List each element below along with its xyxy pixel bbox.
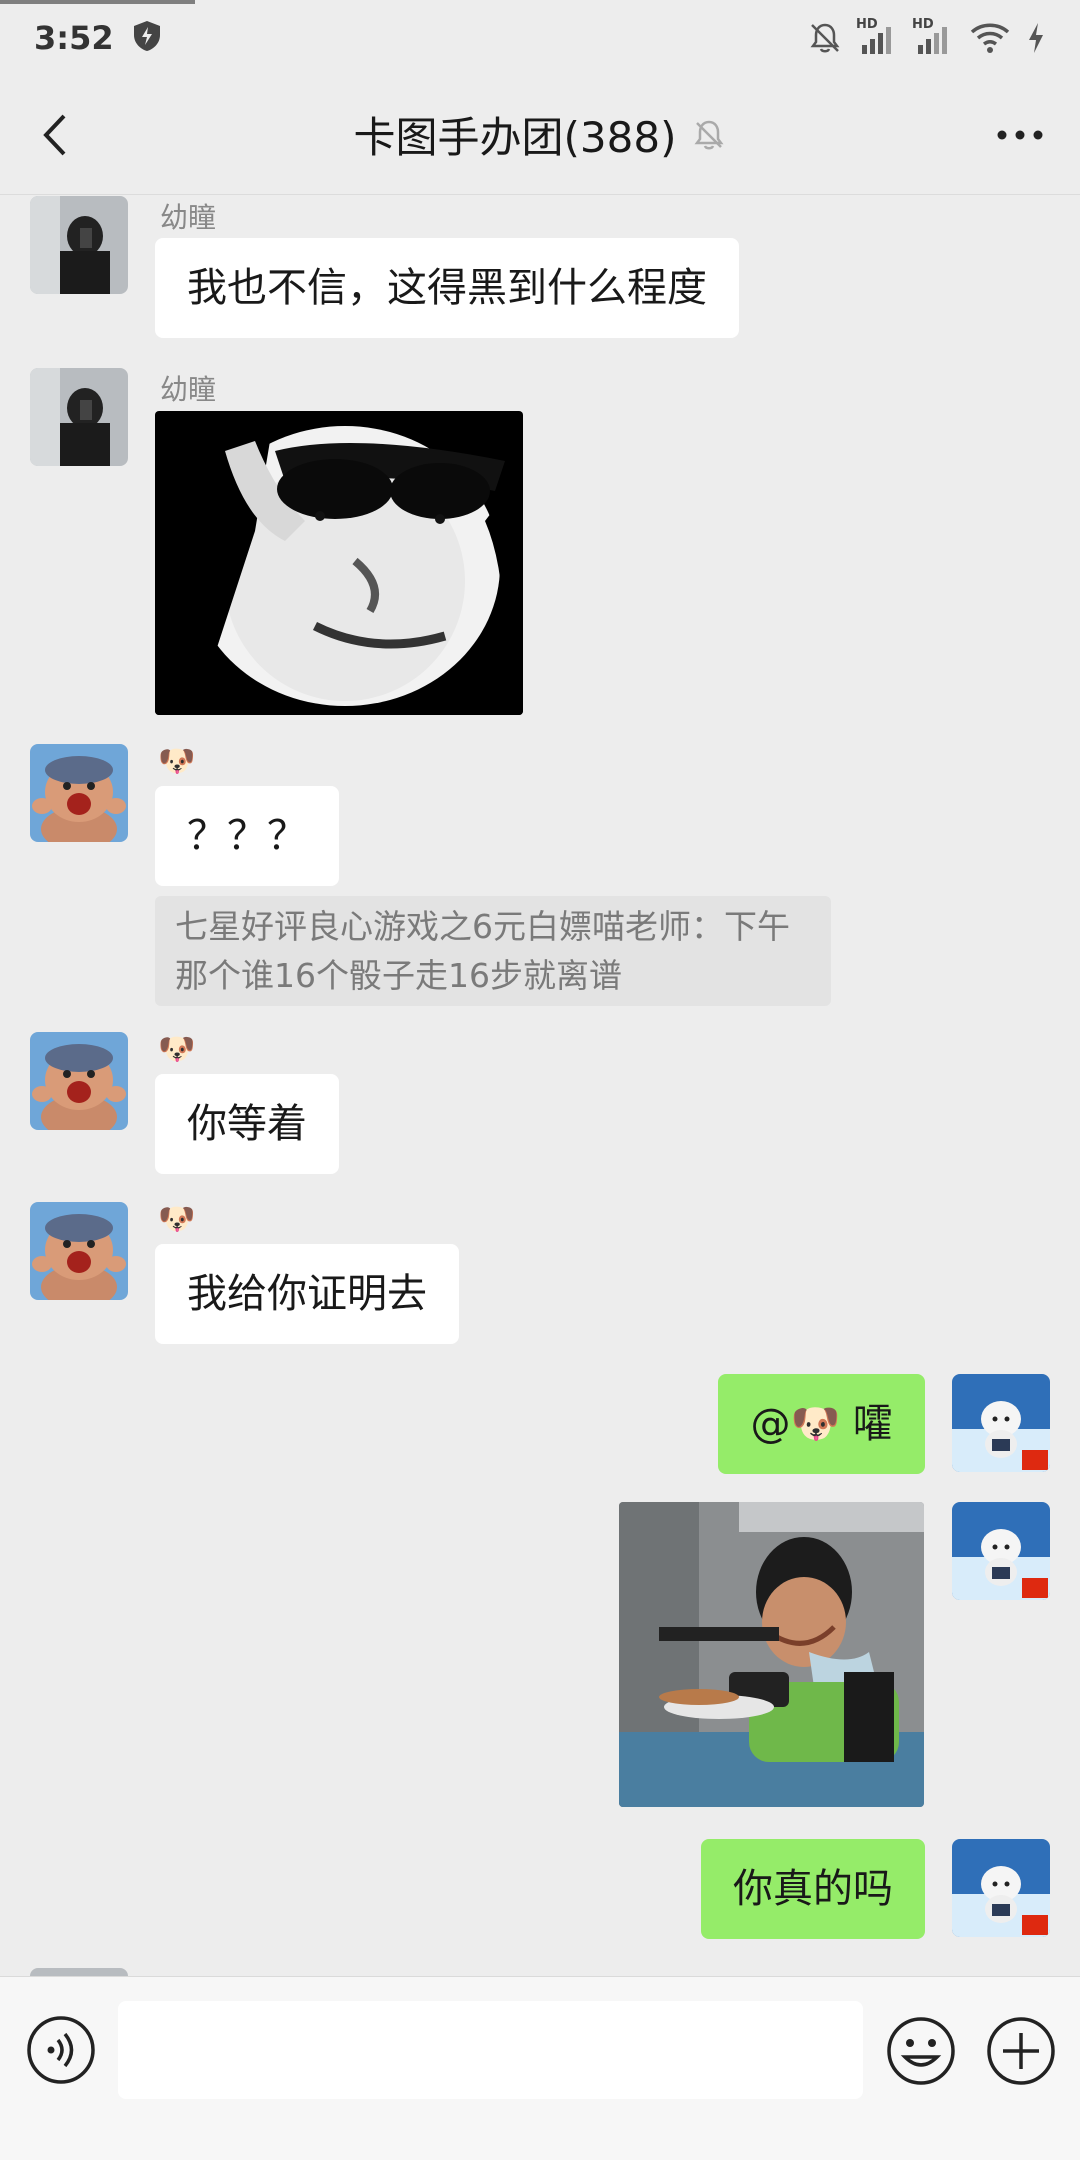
- sender-name: 🐶: [158, 744, 196, 779]
- message-bubble[interactable]: 你等着: [155, 1074, 339, 1174]
- charging-icon: [1026, 22, 1046, 54]
- shield-icon: [132, 20, 162, 56]
- input-bar: [0, 1976, 1080, 2160]
- sender-name: 🐶: [158, 1032, 196, 1067]
- message-bubble-self[interactable]: 你真的吗: [701, 1839, 925, 1939]
- avatar-youtong[interactable]: [30, 368, 128, 466]
- avatar-partial: [30, 1968, 128, 1976]
- emoji-icon: [887, 2017, 955, 2085]
- bell-off-icon: [694, 120, 724, 149]
- more-functions-button[interactable]: [985, 2015, 1057, 2087]
- message-bubble[interactable]: 我也不信，这得黑到什么程度: [155, 238, 739, 338]
- avatar-dog-emoji-user[interactable]: [30, 744, 128, 842]
- wifi-icon: [970, 22, 1010, 54]
- china-flag-icon: [1022, 1578, 1048, 1598]
- avatar-self[interactable]: [952, 1502, 1050, 1600]
- message-bubble[interactable]: 我给你证明去: [155, 1244, 459, 1344]
- avatar-self[interactable]: [952, 1839, 1050, 1937]
- chevron-left-icon: [43, 114, 66, 156]
- back-button[interactable]: [28, 108, 82, 162]
- boy-laughing-at-phone-photo[interactable]: [619, 1502, 924, 1807]
- chat-header: 卡图手办团(388): [0, 75, 1080, 195]
- voice-button[interactable]: [26, 2015, 96, 2085]
- sunglasses-meme-sticker[interactable]: [155, 411, 523, 715]
- sim1-hd-label: HD: [856, 16, 878, 32]
- avatar-youtong[interactable]: [30, 196, 128, 294]
- status-bar: 3:52 HD HD: [0, 0, 1080, 75]
- voice-icon: [27, 2016, 95, 2084]
- more-options-button[interactable]: [990, 108, 1050, 162]
- message-bubble-self[interactable]: @🐶 嚯: [718, 1374, 925, 1474]
- china-flag-icon: [1022, 1915, 1048, 1935]
- sender-name: 幼瞳: [160, 373, 217, 406]
- chat-title: 卡图手办团(388): [353, 113, 677, 162]
- status-time: 3:52: [34, 18, 114, 57]
- sim2-hd-label: HD: [912, 16, 934, 32]
- more-dots-icon: [997, 130, 1043, 140]
- message-bubble[interactable]: ？？？: [155, 786, 339, 886]
- signal-icon-2: HD: [912, 17, 954, 55]
- plus-icon: [987, 2017, 1055, 2085]
- message-input[interactable]: [118, 2001, 863, 2099]
- avatar-self[interactable]: [952, 1374, 1050, 1472]
- message-list[interactable]: 幼瞳 我也不信，这得黑到什么程度 幼瞳 🐶 ？？？ 七星好评良心游戏之6元白嫖喵…: [0, 196, 1080, 1976]
- quoted-message[interactable]: 七星好评良心游戏之6元白嫖喵老师：下午那个谁16个骰子走16步就离谱: [155, 896, 831, 1006]
- avatar-dog-emoji-user[interactable]: [30, 1032, 128, 1130]
- mute-status-icon: [808, 21, 842, 55]
- sender-name: 🐶: [158, 1202, 196, 1237]
- signal-icon-1: HD: [856, 17, 898, 55]
- sender-name: 幼瞳: [160, 201, 217, 234]
- china-flag-icon: [1022, 1450, 1048, 1470]
- avatar-dog-emoji-user[interactable]: [30, 1202, 128, 1300]
- emoji-button[interactable]: [885, 2015, 957, 2087]
